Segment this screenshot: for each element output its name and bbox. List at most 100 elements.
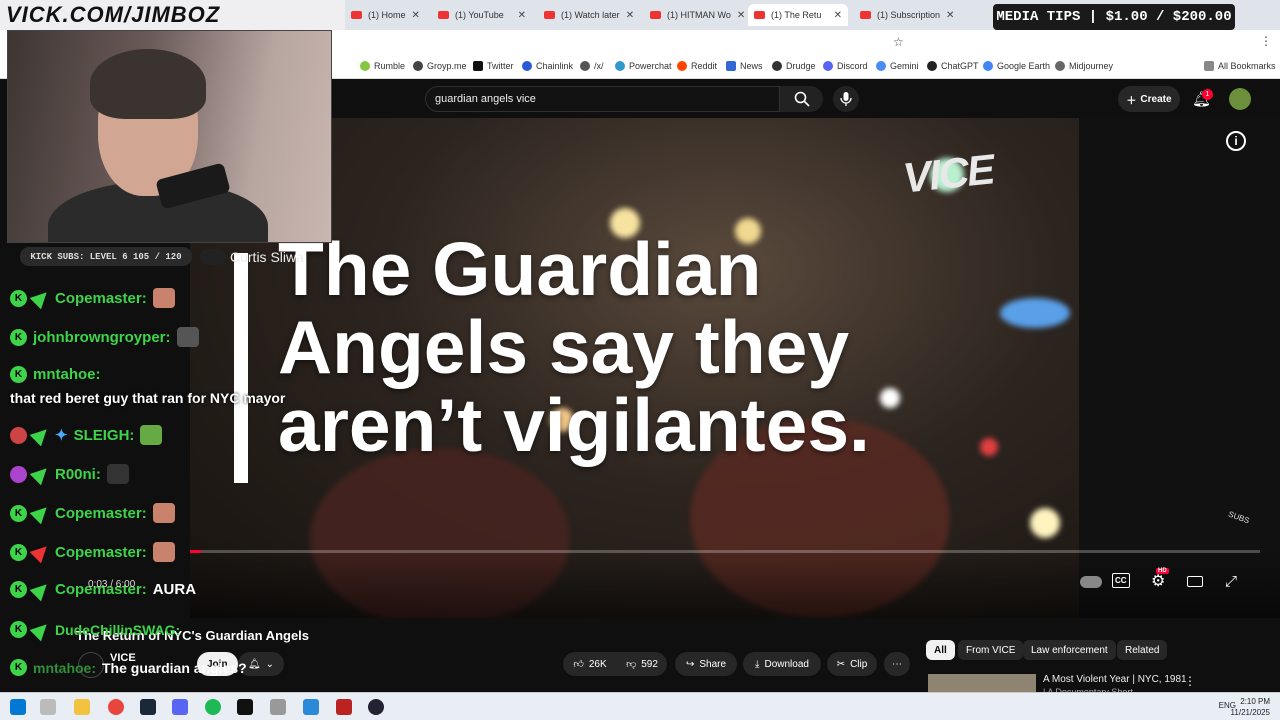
- video-player[interactable]: VICE The Guardian Angels say they aren’t…: [190, 118, 1280, 618]
- bookmark-twitter[interactable]: Twitter: [473, 61, 514, 71]
- terminal-icon[interactable]: [237, 699, 253, 715]
- bookmark-drudge[interactable]: Drudge: [772, 61, 816, 71]
- bookmark-x[interactable]: /x/: [580, 61, 604, 71]
- chat-message: R00ni:: [10, 462, 129, 486]
- kick-badge-icon: K: [10, 289, 27, 307]
- gemini-icon: [876, 61, 886, 71]
- kick-badge-icon: K: [10, 543, 27, 561]
- bookmark-news[interactable]: News: [726, 61, 763, 71]
- youtube-icon: [438, 11, 449, 19]
- chat-message: Kjohnbrowngroyper:: [10, 327, 199, 347]
- avatar[interactable]: [1229, 88, 1251, 110]
- app-icon[interactable]: [270, 699, 286, 715]
- chip-all[interactable]: All: [926, 640, 955, 660]
- clock[interactable]: 2:10 PM 11/21/2025: [1231, 696, 1270, 718]
- clip-button[interactable]: ✂ Clip: [827, 652, 877, 676]
- overlay-name: Curtis Sliwa: [230, 249, 304, 265]
- related-video-thumbnail[interactable]: [928, 674, 1036, 694]
- all-bookmarks[interactable]: All Bookmarks: [1204, 61, 1276, 71]
- app-icon[interactable]: [303, 699, 319, 715]
- download-button[interactable]: ⤓ Download: [743, 652, 821, 676]
- chat-message: K DudeChillinSWAG:: [10, 618, 180, 641]
- tab-hitman[interactable]: (1) HITMAN Wo ✕: [644, 4, 744, 26]
- subscribe-watermark[interactable]: SUBS: [1227, 510, 1251, 526]
- obs-icon[interactable]: [368, 699, 384, 715]
- search-button[interactable]: [780, 86, 823, 112]
- bookmark-reddit[interactable]: Reddit: [677, 61, 717, 71]
- more-actions-button[interactable]: ⋯: [884, 652, 910, 676]
- badge-icon: [10, 465, 27, 483]
- bookmark-star-icon[interactable]: ☆: [893, 35, 904, 49]
- more-icon[interactable]: ⋮: [1184, 674, 1196, 688]
- close-icon[interactable]: ✕: [518, 10, 526, 21]
- menu-icon[interactable]: ⋮: [1260, 34, 1272, 48]
- steam-icon[interactable]: [140, 699, 156, 715]
- tab-the-return[interactable]: (1) The Retu ✕: [748, 4, 848, 26]
- video-overlay-text: The Guardian Angels say they aren’t vigi…: [278, 227, 870, 467]
- discord-icon[interactable]: [172, 699, 188, 715]
- close-icon[interactable]: ✕: [412, 10, 420, 21]
- chat-message: K Copemaster:: [10, 540, 175, 564]
- kick-badge-icon: K: [10, 366, 27, 383]
- kick-badge-icon: K: [10, 328, 27, 346]
- search-input[interactable]: guardian angels vice: [425, 86, 780, 112]
- bookmark-chatgpt[interactable]: ChatGPT: [927, 61, 979, 71]
- bookmark-chainlink[interactable]: Chainlink: [522, 61, 573, 71]
- stream-url-banner: VICK.COM/JIMBOZ: [0, 0, 345, 30]
- tab-subscriptions[interactable]: (1) Subscription ✕: [854, 4, 954, 26]
- bookmark-groyp[interactable]: Groyp.me: [413, 61, 467, 71]
- search-icon: [794, 91, 810, 107]
- reddit-icon: [677, 61, 687, 71]
- close-icon[interactable]: ✕: [946, 10, 954, 21]
- sub-badge-icon: [29, 618, 53, 641]
- spotify-icon[interactable]: [205, 699, 221, 715]
- chip-related[interactable]: Related: [1117, 640, 1168, 660]
- like-button[interactable]: 👍︎ 26K: [563, 652, 617, 676]
- captions-icon[interactable]: CC: [1112, 573, 1130, 588]
- kick-badge-icon: K: [10, 581, 27, 598]
- voice-search-button[interactable]: [833, 86, 859, 112]
- close-icon[interactable]: ✕: [737, 10, 744, 21]
- bookmark-rumble[interactable]: Rumble: [360, 61, 405, 71]
- chip-from-vice[interactable]: From VICE: [958, 640, 1024, 660]
- create-button[interactable]: ＋ Create: [1118, 86, 1180, 112]
- x-icon: [473, 61, 483, 71]
- close-icon[interactable]: ✕: [626, 10, 634, 21]
- drudge-icon: [772, 61, 782, 71]
- chainlink-icon: [522, 61, 532, 71]
- media-tips-bar: MEDIA TIPS | $1.00 / $200.00: [993, 4, 1235, 30]
- theater-mode-icon[interactable]: [1187, 576, 1203, 587]
- tab-watch-later[interactable]: (1) Watch later ✕: [538, 4, 638, 26]
- file-explorer-icon[interactable]: [74, 699, 90, 715]
- video-details: The Return of NYC's Guardian Angels VICE…: [0, 618, 1280, 697]
- info-icon[interactable]: i: [1226, 131, 1246, 151]
- kick-subs-goal: KICK SUBS: LEVEL 6 105 / 120: [20, 247, 192, 266]
- autoplay-toggle[interactable]: [1080, 576, 1102, 588]
- emote-icon: [152, 542, 175, 562]
- progress-bar[interactable]: [190, 550, 1260, 553]
- chip-law-enforcement[interactable]: Law enforcement: [1023, 640, 1116, 660]
- related-video-title[interactable]: A Most Violent Year | NYC, 1981: [1043, 674, 1187, 685]
- microphone-icon: [840, 92, 852, 106]
- sub-badge-icon: [29, 501, 53, 525]
- bookmark-discord[interactable]: Discord: [823, 61, 868, 71]
- dislike-button[interactable]: 👎︎ 592: [617, 652, 667, 676]
- settings-gear-icon[interactable]: ⚙: [1151, 571, 1165, 591]
- close-icon[interactable]: ✕: [834, 10, 842, 21]
- app-icon[interactable]: [336, 699, 352, 715]
- plus-icon: ＋: [1126, 95, 1137, 107]
- tab-home[interactable]: (1) Home ✕: [345, 4, 425, 26]
- bookmark-gemini[interactable]: Gemini: [876, 61, 919, 71]
- chat-message: Kmntahoe:: [10, 366, 101, 383]
- bookmark-powerchat[interactable]: Powerchat: [615, 61, 672, 71]
- chrome-icon[interactable]: [108, 699, 124, 715]
- bell-icon: 🔔︎: [247, 658, 261, 670]
- share-button[interactable]: ↪ Share: [675, 652, 737, 676]
- windows-start-icon[interactable]: [10, 699, 26, 715]
- tab-youtube[interactable]: (1) YouTube ✕: [432, 4, 532, 26]
- bookmark-google-earth[interactable]: Google Earth: [983, 61, 1050, 71]
- fullscreen-icon[interactable]: ⤢: [1225, 573, 1237, 590]
- bookmark-midjourney[interactable]: Midjourney: [1055, 61, 1113, 71]
- chat-message: K Copemaster:: [10, 501, 175, 525]
- task-view-icon[interactable]: [40, 699, 56, 715]
